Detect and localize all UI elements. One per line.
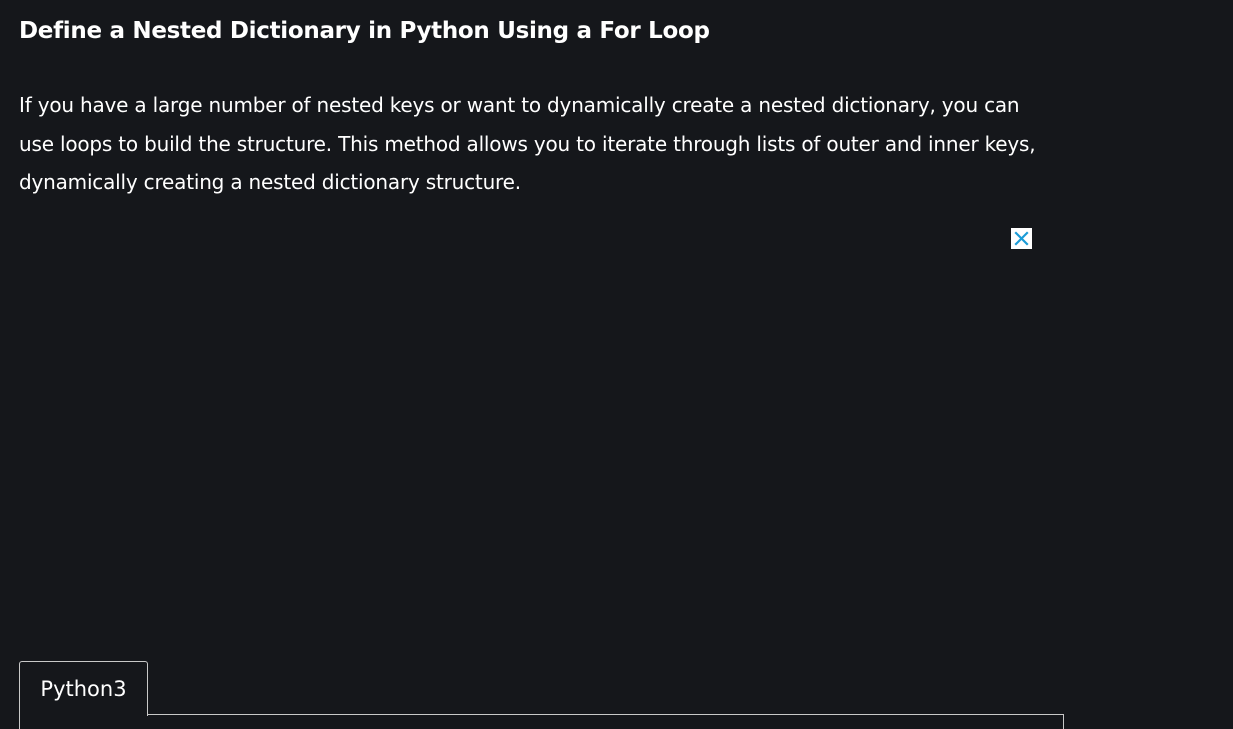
ad-close-button[interactable] (1011, 228, 1032, 249)
close-icon (1014, 231, 1029, 246)
tab-python3[interactable]: Python3 (19, 661, 148, 716)
code-editor (19, 714, 1064, 729)
code-block: Python3 (19, 661, 1064, 729)
article-page: Define a Nested Dictionary in Python Usi… (0, 0, 1233, 729)
section-paragraph: If you have a large number of nested key… (19, 93, 1036, 194)
section-heading: Define a Nested Dictionary in Python Usi… (19, 18, 710, 44)
ad-container (19, 218, 1039, 638)
